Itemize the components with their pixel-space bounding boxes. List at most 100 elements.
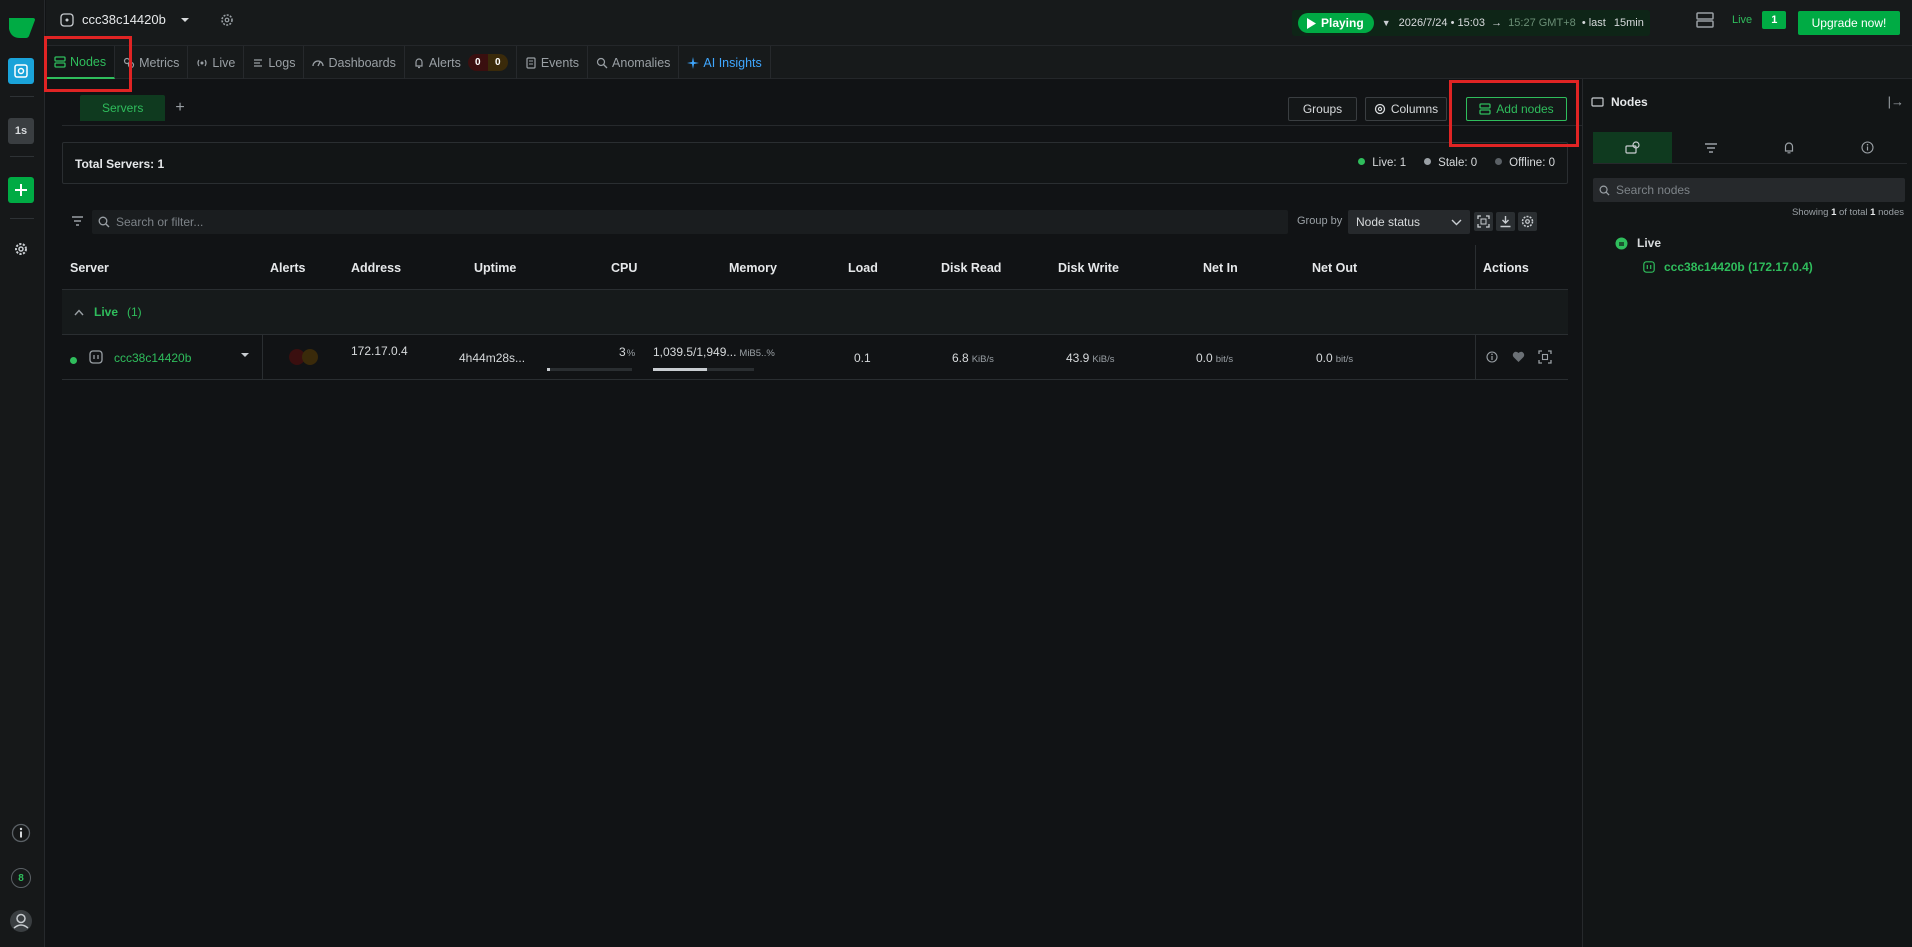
space-badge[interactable]: 1s [8,118,34,144]
tab-label: Live [212,55,236,70]
tab-alerts[interactable]: Alerts 0 0 [405,46,517,79]
add-tab-button[interactable]: + [175,99,184,117]
actions-divider [1475,245,1476,290]
panel-tab-alerts[interactable] [1750,132,1829,163]
node-settings-gear-icon[interactable] [220,13,234,27]
memory-bar-fill [653,368,707,371]
favorite-heart-icon[interactable] [1512,351,1525,363]
node-dashboard-icon[interactable] [1538,350,1552,364]
groups-button[interactable]: Groups [1288,97,1357,121]
server-type-icon [89,350,103,364]
netdata-logo[interactable] [6,10,38,42]
left-rail: 1s 8 [0,0,45,947]
col-actions: Actions [1483,261,1529,275]
last-label: • last [1581,17,1606,29]
playback-control: Playing ▼ 2026/7/24 • 15:03 → 15:27 GMT+… [1292,10,1650,36]
memory-value: 1,039.5/1,949... MiB5..% [653,345,775,359]
group-by-label: Group by [1297,215,1343,227]
tab-events[interactable]: Events [517,46,589,79]
panel-tab-info[interactable] [1829,132,1908,163]
row-expand-chevron-icon[interactable] [240,350,250,360]
stat-stale: Stale: 0 [1424,157,1477,169]
play-icon [1306,17,1316,29]
stat-live-text: Live: 1 [1372,157,1407,169]
tab-nodes[interactable]: Nodes [46,46,116,79]
node-selector[interactable]: ccc38c14420b [60,12,234,27]
tab-logs[interactable]: Logs [244,46,305,79]
filter-icon[interactable] [72,216,83,226]
main-tabs: Nodes Metrics Live Logs Dashboards Alert… [46,46,1912,79]
node-icon [60,12,74,27]
notifications-count: 8 [11,868,31,888]
collapse-panel-icon[interactable]: |→ [1888,94,1904,109]
col-net-out[interactable]: Net Out [1312,261,1357,275]
live-nodes-indicator[interactable]: Live 1 [1696,11,1787,29]
tree-node-item[interactable]: ccc38c14420b (172.17.0.4) [1643,260,1813,274]
search-input[interactable] [116,215,1276,229]
group-by-select[interactable]: Node status [1348,210,1470,234]
user-avatar-icon[interactable] [8,908,34,934]
expand-icon[interactable] [1474,212,1493,231]
live-label: Live [1732,14,1753,26]
col-cpu[interactable]: CPU [611,261,637,275]
node-search-input[interactable] [1616,183,1896,197]
panel-tab-nodes[interactable] [1593,132,1672,163]
sparkle-icon [687,56,700,69]
node-info-icon[interactable] [1486,351,1498,363]
subtab-servers[interactable]: Servers [80,95,166,121]
col-server[interactable]: Server [70,261,109,275]
col-uptime[interactable]: Uptime [474,261,516,275]
servers-table: Server Alerts Address Uptime CPU Memory … [62,245,1568,380]
filter-bar: Group by Node status [62,210,1568,234]
showing-pre: Showing [1791,207,1829,218]
settings-gear-icon[interactable] [8,236,34,262]
tab-label: Metrics [139,55,180,70]
tab-anomalies[interactable]: Anomalies [588,46,680,79]
search-icon [1599,185,1610,196]
tab-live[interactable]: Live [188,46,245,79]
rail-divider [10,218,34,219]
tab-metrics[interactable]: Metrics [115,46,189,79]
groups-label: Groups [1302,102,1343,116]
add-space-button[interactable] [8,177,34,203]
showing-total: 1 [1870,207,1876,218]
tree-group-live[interactable]: Live [1615,236,1661,250]
col-memory[interactable]: Memory [729,261,777,275]
col-load[interactable]: Load [848,261,878,275]
tree-group-label: Live [1637,236,1662,250]
rooms-icon[interactable] [8,58,34,84]
nodes-side-panel: Nodes |→ Showing 1 of total 1 nodes Live… [1582,79,1912,947]
table-settings-gear-icon[interactable] [1518,212,1537,231]
cpu-value: 3% [619,345,635,359]
node-search-field[interactable] [1593,178,1905,202]
tab-label: AI Insights [703,55,762,70]
col-net-in[interactable]: Net In [1203,261,1238,275]
search-filter-field[interactable] [92,210,1288,234]
table-row[interactable]: ccc38c14420b 172.17.0.4 4h44m28s... 3% 1… [62,335,1568,380]
col-disk-write[interactable]: Disk Write [1058,261,1119,275]
info-icon[interactable] [8,820,34,846]
playing-button[interactable]: Playing [1298,13,1374,33]
server-name-link[interactable]: ccc38c14420b [114,351,191,365]
alerts-indicator[interactable] [286,348,322,366]
download-icon[interactable] [1496,212,1515,231]
net-out-unit: bit/s [1335,354,1354,365]
anomalies-icon [596,57,608,69]
col-disk-read[interactable]: Disk Read [941,261,1001,275]
disk-write-unit: KiB/s [1092,354,1115,365]
col-address[interactable]: Address [351,261,401,275]
upgrade-now-button[interactable]: Upgrade now! [1798,11,1900,35]
playback-dropdown-chevron-icon[interactable]: ▼ [1382,18,1391,28]
col-alerts[interactable]: Alerts [270,261,305,275]
tab-dashboards[interactable]: Dashboards [304,46,405,79]
notifications-badge[interactable]: 8 [8,865,34,891]
group-row-live[interactable]: Live (1) [62,290,1568,335]
columns-button[interactable]: Columns [1365,97,1447,121]
subtabs-divider [62,125,1582,126]
panel-tab-filters[interactable] [1672,132,1751,163]
net-out-number: 0.0 [1316,351,1333,365]
add-nodes-button[interactable]: Add nodes [1466,97,1567,121]
date-range-picker[interactable]: 2026/7/24 • 15:03 → 15:27 GMT+8 • last 1… [1399,17,1644,29]
tab-ai-insights[interactable]: AI Insights [679,46,771,79]
disk-write-value: 43.9 KiB/s [1066,351,1115,365]
